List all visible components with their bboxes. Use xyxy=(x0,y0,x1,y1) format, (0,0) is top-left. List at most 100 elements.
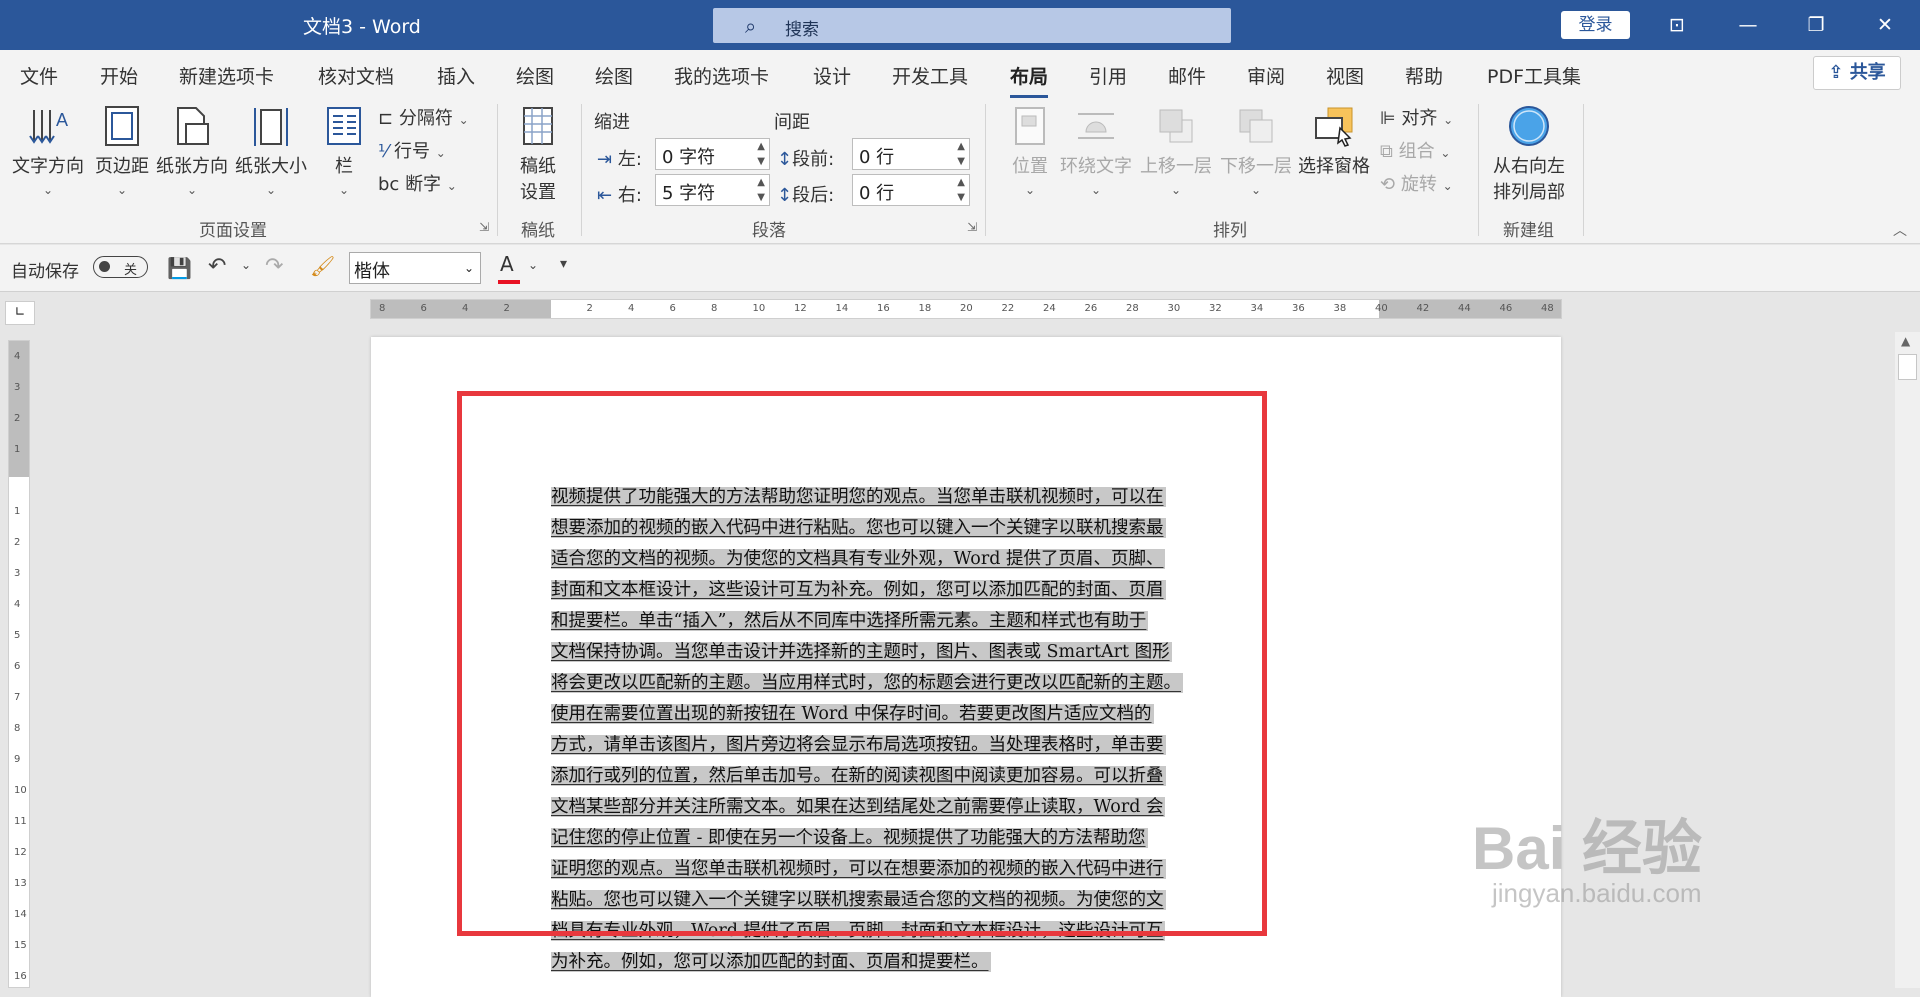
collapse-ribbon-icon[interactable]: ︿ xyxy=(1893,220,1907,240)
spacing-before-input[interactable]: 0 行 ▲ ▼ xyxy=(852,138,970,170)
document-line[interactable]: 为补充。例如，您可以添加匹配的封面、页眉和提要栏。 xyxy=(551,947,1278,978)
group-objects-button[interactable]: ⧉ 组合 ⌄ xyxy=(1380,137,1450,163)
send-backward-button[interactable]: 下移一层 ⌄ xyxy=(1220,104,1292,199)
selection-pane-button[interactable]: 选择窗格 xyxy=(1298,104,1370,178)
tab-new-tab[interactable]: 新建选项卡 xyxy=(179,62,274,89)
vertical-ruler[interactable]: 4 3 2 1 1 2 3 4 5 6 7 8 9 10 11 12 13 14 15 16 xyxy=(8,340,30,988)
ribbon-display-icon[interactable]: ⊡ xyxy=(1647,0,1707,50)
tab-home[interactable]: 开始 xyxy=(100,62,138,89)
page-setup-launcher-icon[interactable]: ⇲ xyxy=(479,220,489,234)
tab-draw-2[interactable]: 绘图 xyxy=(595,62,633,89)
tab-view[interactable]: 视图 xyxy=(1326,62,1364,89)
manuscript-settings-button[interactable]: 稿纸 设置 xyxy=(516,104,560,204)
share-button[interactable]: ⇪ 共享 xyxy=(1813,56,1901,90)
hyphenation-button[interactable]: bc 断字 ⌄ xyxy=(378,170,457,196)
breaks-icon: ⊏ xyxy=(378,108,394,129)
font-color-button[interactable]: A xyxy=(498,252,520,284)
customize-qat-icon[interactable]: ▾ xyxy=(560,256,567,272)
document-line[interactable]: 文档保持协调。当您单击设计并选择新的主题时，图片、图表或 SmartArt 图形 xyxy=(551,637,1278,668)
align-button[interactable]: ⊫ 对齐 ⌄ xyxy=(1380,104,1453,130)
scrollbar-thumb[interactable] xyxy=(1898,354,1917,380)
document-line[interactable]: 适合您的文档的视频。为使您的文档具有专业外观，Word 提供了页眉、页脚、 xyxy=(551,544,1278,575)
text-direction-button[interactable]: A 文字方向 ⌄ xyxy=(12,104,84,199)
document-line[interactable]: 方式，请单击该图片，图片旁边将会显示布局选项按钮。当处理表格时，单击要 xyxy=(551,730,1278,761)
tab-review-doc[interactable]: 核对文档 xyxy=(318,62,394,89)
document-line[interactable]: 档具有专业外观，Word 提供了页眉、页脚、封面和文本框设计，这些设计可互 xyxy=(551,916,1278,947)
tab-layout[interactable]: 布局 xyxy=(1010,62,1049,98)
spinner-arrows-icon[interactable]: ▲ ▼ xyxy=(757,175,765,205)
undo-dropdown-icon[interactable]: ⌄ xyxy=(241,258,251,272)
spacing-after-input[interactable]: 0 行 ▲ ▼ xyxy=(852,174,970,206)
document-line[interactable]: 视频提供了功能强大的方法帮助您证明您的观点。当您单击联机视频时，可以在 xyxy=(551,482,1278,513)
bring-forward-button[interactable]: 上移一层 ⌄ xyxy=(1140,104,1212,199)
tab-pdf-tools[interactable]: PDF工具集 xyxy=(1487,62,1581,89)
text-direction-label: 文字方向 xyxy=(12,156,84,177)
tab-help[interactable]: 帮助 xyxy=(1405,62,1443,89)
document-line[interactable]: 证明您的观点。当您单击联机视频时，可以在想要添加的视频的嵌入代码中进行 xyxy=(551,854,1278,885)
document-page[interactable]: 视频提供了功能强大的方法帮助您证明您的观点。当您单击联机视频时，可以在想要添加的… xyxy=(371,337,1561,997)
document-line[interactable]: 将会更改以匹配新的主题。当应用样式时，您的标题会进行更改以匹配新的主题。 xyxy=(551,668,1278,699)
tab-developer[interactable]: 开发工具 xyxy=(892,62,968,89)
tab-design[interactable]: 设计 xyxy=(813,62,851,89)
font-color-dropdown-icon[interactable]: ⌄ xyxy=(528,258,538,272)
minimize-icon[interactable]: — xyxy=(1718,0,1778,50)
rtl-arrange-button[interactable]: 从右向左 排列局部 xyxy=(1493,104,1565,204)
horizontal-ruler[interactable]: 8 6 4 2 2 4 6 8 10 12 14 16 18 20 22 24 26 28 30 32 34 36 38 40… xyxy=(370,299,1562,319)
document-line[interactable]: 记住您的停止位置 - 即使在另一个设备上。视频提供了功能强大的方法帮助您 xyxy=(551,823,1278,854)
format-painter-icon[interactable]: 🖌 xyxy=(310,254,335,278)
undo-icon[interactable]: ↶ xyxy=(208,254,226,279)
size-button[interactable]: 纸张大小 ⌄ xyxy=(235,104,307,199)
ruler-tick-label: 48 xyxy=(1541,303,1554,314)
document-line[interactable]: 粘贴。您也可以键入一个关键字以联机搜索最适合您的文档的视频。为使您的文 xyxy=(551,885,1278,916)
group-label-new-group: 新建组 xyxy=(1503,221,1554,241)
restore-icon[interactable]: ❐ xyxy=(1786,0,1846,50)
columns-button[interactable]: 栏 ⌄ xyxy=(322,104,366,199)
document-line[interactable]: 添加行或列的位置，然后单击加号。在新的阅读视图中阅读更加容易。可以折叠 xyxy=(551,761,1278,792)
indent-right-input[interactable]: 5 字符 ▲ ▼ xyxy=(655,174,770,206)
autosave-toggle[interactable]: 关 xyxy=(93,256,148,278)
ruler-tick-label: 22 xyxy=(1001,303,1015,314)
window-title: 文档3 - Word xyxy=(303,16,421,38)
tab-review[interactable]: 审阅 xyxy=(1247,62,1285,89)
selected-text-block[interactable]: 视频提供了功能强大的方法帮助您证明您的观点。当您单击联机视频时，可以在想要添加的… xyxy=(551,482,1278,978)
columns-icon xyxy=(327,107,361,145)
tab-insert[interactable]: 插入 xyxy=(437,62,475,89)
document-line-text: 想要添加的视频的嵌入代码中进行粘贴。您也可以键入一个关键字以联机搜索最 xyxy=(551,518,1166,538)
position-button[interactable]: 位置 ⌄ xyxy=(1008,104,1052,199)
search-box[interactable]: ⌕ 搜索 xyxy=(713,8,1231,43)
breaks-button[interactable]: ⊏ 分隔符 ⌄ xyxy=(378,104,469,130)
login-button[interactable]: 登录 xyxy=(1561,11,1630,39)
spacing-before-icon: ↕ xyxy=(777,149,793,170)
document-line[interactable]: 文档某些部分并关注所需文本。如果在达到结尾处之前需要停止读取，Word 会 xyxy=(551,792,1278,823)
tab-my-tab[interactable]: 我的选项卡 xyxy=(674,62,769,89)
redo-icon[interactable]: ↷ xyxy=(265,254,283,279)
spinner-arrows-icon[interactable]: ▲ ▼ xyxy=(957,139,965,169)
ruler-tick-label: 4 xyxy=(14,351,21,362)
save-icon[interactable]: 💾 xyxy=(167,256,192,280)
ruler-tick-label: 5 xyxy=(14,630,21,641)
rotate-button[interactable]: ⟲ 旋转 ⌄ xyxy=(1380,170,1453,196)
font-name-select[interactable]: 楷体 ⌄ xyxy=(349,252,481,284)
document-line[interactable]: 封面和文本框设计，这些设计可互为补充。例如，您可以添加匹配的封面、页眉 xyxy=(551,575,1278,606)
orientation-button[interactable]: 纸张方向 ⌄ xyxy=(156,104,228,199)
vertical-scrollbar[interactable]: ▲ xyxy=(1895,332,1920,988)
scroll-up-icon[interactable]: ▲ xyxy=(1901,334,1910,348)
close-icon[interactable]: ✕ xyxy=(1855,0,1915,50)
tab-mailings[interactable]: 邮件 xyxy=(1168,62,1206,89)
font-name-value: 楷体 xyxy=(354,261,390,282)
tab-draw-1[interactable]: 绘图 xyxy=(516,62,554,89)
tab-selector-icon[interactable]: ∟ xyxy=(5,301,35,325)
indent-left-input[interactable]: 0 字符 ▲ ▼ xyxy=(655,138,770,170)
margins-button[interactable]: 页边距 ⌄ xyxy=(95,104,149,199)
document-line[interactable]: 想要添加的视频的嵌入代码中进行粘贴。您也可以键入一个关键字以联机搜索最 xyxy=(551,513,1278,544)
paragraph-launcher-icon[interactable]: ⇲ xyxy=(967,220,977,234)
tab-references[interactable]: 引用 xyxy=(1089,62,1127,89)
spinner-arrows-icon[interactable]: ▲ ▼ xyxy=(957,175,965,205)
wrap-text-button[interactable]: 环绕文字 ⌄ xyxy=(1060,104,1132,199)
document-line[interactable]: 和提要栏。单击“插入”，然后从不同库中选择所需元素。主题和样式也有助于 xyxy=(551,606,1278,637)
tab-file[interactable]: 文件 xyxy=(20,62,58,89)
line-numbers-button[interactable]: ⅟ 行号 ⌄ xyxy=(378,137,446,163)
spinner-arrows-icon[interactable]: ▲ ▼ xyxy=(757,139,765,169)
group-label-manuscript: 稿纸 xyxy=(521,221,555,241)
document-line[interactable]: 使用在需要位置出现的新按钮在 Word 中保存时间。若要更改图片适应文档的 xyxy=(551,699,1278,730)
